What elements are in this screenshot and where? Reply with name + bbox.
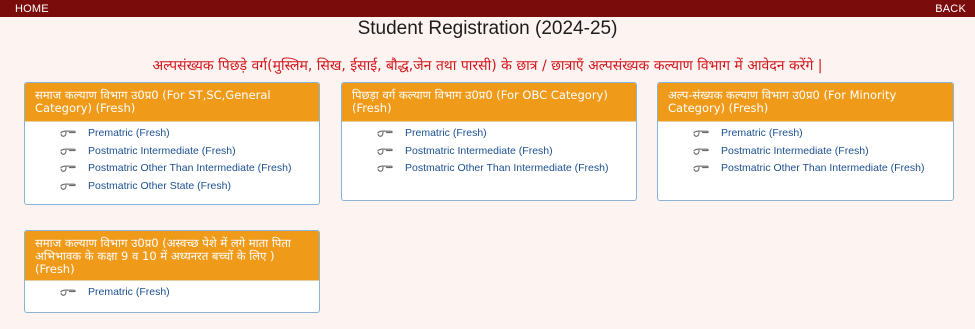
card-title: समाज कल्याण विभाग उ0प्र0 (For ST,SC,Gene… — [25, 83, 319, 122]
list-item: Prematric (Fresh) — [658, 124, 953, 142]
list-item: Prematric (Fresh) — [25, 124, 319, 142]
pointing-hand-icon — [60, 289, 76, 296]
minority-notice: अल्पसंख्यक पिछड़े वर्ग(मुस्लिम, सिख, ईसा… — [152, 58, 823, 74]
list-item: Postmatric Other Than Intermediate (Fres… — [658, 159, 953, 177]
pointing-hand-icon — [60, 165, 76, 173]
home-link[interactable]: HOME — [15, 3, 49, 15]
pointing-hand-icon — [693, 130, 709, 137]
pointing-hand-icon — [377, 165, 393, 173]
list-item: Postmatric Other Than Intermediate (Fres… — [25, 159, 319, 177]
link-prematric[interactable]: Prematric (Fresh) — [721, 127, 803, 139]
link-postmatric-intermediate[interactable]: Postmatric Intermediate (Fresh) — [405, 145, 553, 157]
list-item: Prematric (Fresh) — [342, 124, 636, 142]
pointing-hand-icon — [60, 130, 76, 137]
pointing-hand-icon — [377, 130, 393, 137]
link-postmatric-other-state[interactable]: Postmatric Other State (Fresh) — [88, 180, 231, 192]
list-item: Postmatric Intermediate (Fresh) — [342, 142, 636, 160]
card-unclean-occupation: समाज कल्याण विभाग उ0प्र0 (अस्वच्छ पेशे म… — [24, 230, 320, 313]
card-sc-st-general: समाज कल्याण विभाग उ0प्र0 (For ST,SC,Gene… — [24, 82, 320, 205]
link-postmatric-intermediate[interactable]: Postmatric Intermediate (Fresh) — [721, 145, 869, 157]
link-prematric[interactable]: Prematric (Fresh) — [88, 286, 170, 298]
top-nav-bar: HOME BACK — [0, 0, 975, 17]
link-postmatric-other-than-intermediate[interactable]: Postmatric Other Than Intermediate (Fres… — [88, 162, 291, 174]
pointing-hand-icon — [377, 148, 393, 155]
card-title: पिछड़ा वर्ग कल्याण विभाग उ0प्र0 (For OBC… — [342, 83, 636, 122]
card-obc: पिछड़ा वर्ग कल्याण विभाग उ0प्र0 (For OBC… — [341, 82, 637, 201]
pointing-hand-icon — [60, 183, 76, 190]
list-item: Postmatric Other State (Fresh) — [25, 177, 319, 195]
list-item: Postmatric Other Than Intermediate (Fres… — [342, 159, 636, 177]
card-title: समाज कल्याण विभाग उ0प्र0 (अस्वच्छ पेशे म… — [25, 231, 319, 281]
pointing-hand-icon — [60, 148, 76, 155]
back-link[interactable]: BACK — [935, 3, 966, 15]
link-prematric[interactable]: Prematric (Fresh) — [88, 127, 170, 139]
pointing-hand-icon — [693, 165, 709, 173]
pointing-hand-icon — [693, 148, 709, 155]
link-prematric[interactable]: Prematric (Fresh) — [405, 127, 487, 139]
card-minority: अल्प-संख्यक कल्याण विभाग उ0प्र0 (For Min… — [657, 82, 954, 201]
list-item: Postmatric Intermediate (Fresh) — [658, 142, 953, 160]
link-postmatric-intermediate[interactable]: Postmatric Intermediate (Fresh) — [88, 145, 236, 157]
list-item: Prematric (Fresh) — [25, 283, 319, 301]
page-title: Student Registration (2024-25) — [357, 18, 618, 39]
card-title: अल्प-संख्यक कल्याण विभाग उ0प्र0 (For Min… — [658, 83, 953, 122]
list-item: Postmatric Intermediate (Fresh) — [25, 142, 319, 160]
link-postmatric-other-than-intermediate[interactable]: Postmatric Other Than Intermediate (Fres… — [405, 162, 608, 174]
link-postmatric-other-than-intermediate[interactable]: Postmatric Other Than Intermediate (Fres… — [721, 162, 924, 174]
